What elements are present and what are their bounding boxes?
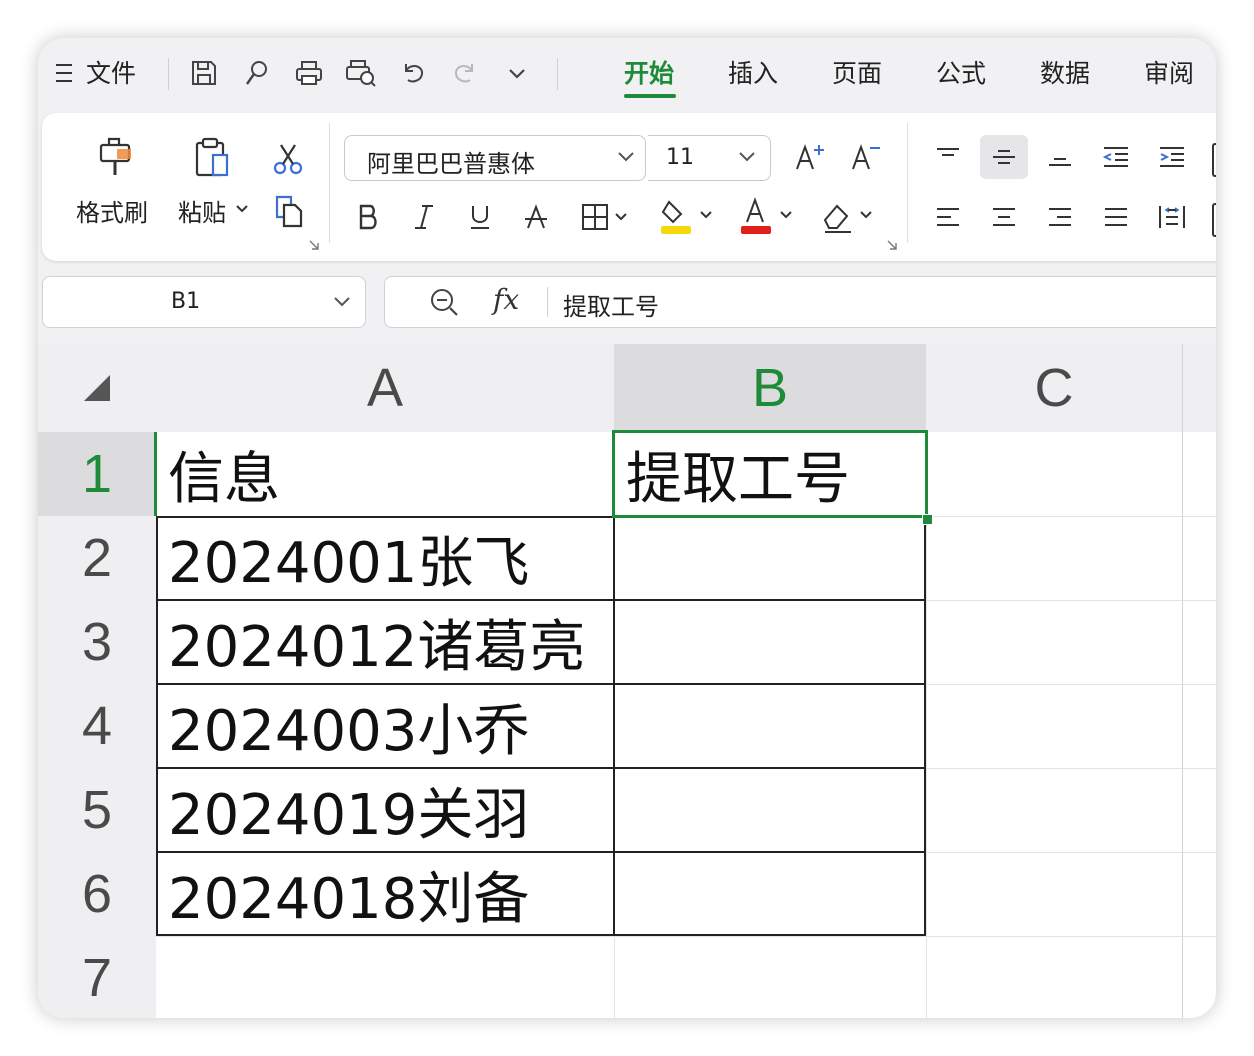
cell-a4[interactable]: 2024003小乔 <box>156 684 614 768</box>
name-box[interactable]: B1 <box>42 276 366 328</box>
fill-color-swatch <box>661 226 691 234</box>
divider <box>547 287 548 317</box>
column-header-c[interactable]: C <box>926 344 1182 432</box>
clipboard-dialog-launcher-icon[interactable] <box>308 239 320 251</box>
format-painter-label[interactable]: 格式刷 <box>76 193 148 228</box>
tab-data[interactable]: 数据 <box>1040 54 1090 90</box>
align-right-icon[interactable] <box>1038 197 1082 237</box>
row-header-1[interactable]: 1 <box>38 432 156 516</box>
cell-a2[interactable]: 2024001张飞 <box>156 516 614 600</box>
borders-icon[interactable] <box>576 197 636 237</box>
copy-icon[interactable] <box>266 189 310 233</box>
cell-a6[interactable]: 2024018刘备 <box>156 852 614 936</box>
cell-b3[interactable] <box>614 600 926 684</box>
cell-a1[interactable]: 信息 <box>156 432 614 516</box>
column-header-d[interactable] <box>1182 344 1216 432</box>
justify-icon[interactable] <box>1094 197 1138 237</box>
format-painter-icon[interactable] <box>90 133 140 183</box>
font-size-value: 11 <box>666 145 694 170</box>
distributed-align-icon[interactable] <box>1150 197 1194 237</box>
row-header-5[interactable]: 5 <box>38 768 156 852</box>
tab-review[interactable]: 审阅 <box>1144 54 1194 90</box>
title-bar: 文件 开始 插入 页面 公式 数据 审阅 <box>38 38 1216 110</box>
column-header-b[interactable]: B <box>614 344 926 432</box>
cell-b7[interactable] <box>614 936 926 1018</box>
active-cell-selection <box>612 430 928 518</box>
file-menu[interactable]: 文件 <box>86 54 136 90</box>
select-all-corner[interactable] <box>38 344 156 432</box>
increase-font-size-icon[interactable] <box>790 137 830 177</box>
font-dialog-launcher-icon[interactable] <box>886 239 898 251</box>
bold-icon[interactable] <box>348 197 388 237</box>
undo-icon[interactable] <box>393 53 433 93</box>
more-chevron-icon[interactable] <box>497 53 537 93</box>
cell-b2[interactable] <box>614 516 926 600</box>
font-name-select[interactable]: 阿里巴巴普惠体 <box>344 135 646 181</box>
increase-indent-icon[interactable] <box>1150 137 1194 177</box>
font-color-icon[interactable] <box>736 193 802 241</box>
fill-color-icon[interactable] <box>656 193 722 241</box>
print-icon[interactable] <box>289 53 329 93</box>
tab-page[interactable]: 页面 <box>832 54 882 90</box>
wrap-text-icon[interactable] <box>1212 143 1216 177</box>
row-header-7[interactable]: 7 <box>38 936 156 1018</box>
fill-handle[interactable] <box>922 514 933 525</box>
chevron-down-icon <box>617 150 635 164</box>
divider <box>907 123 908 243</box>
chevron-down-icon <box>333 295 351 309</box>
decrease-indent-icon[interactable] <box>1094 137 1138 177</box>
paste-dropdown-icon[interactable] <box>235 203 249 215</box>
fx-icon[interactable]: fx <box>493 283 519 316</box>
paste-icon[interactable] <box>188 133 238 183</box>
merge-cells-icon[interactable] <box>1212 203 1216 237</box>
align-center-icon[interactable] <box>982 197 1026 237</box>
ribbon: 格式刷 粘贴 阿里巴巴普惠体 11 <box>42 113 1216 261</box>
italic-icon[interactable] <box>404 197 444 237</box>
format-painter-small-icon[interactable] <box>237 53 277 93</box>
cell-b6[interactable] <box>614 852 926 936</box>
cell-a7[interactable] <box>156 936 614 1018</box>
formula-content[interactable]: 提取工号 <box>563 287 659 322</box>
select-all-icon <box>84 375 110 401</box>
cell-a3[interactable]: 2024012诸葛亮 <box>156 600 614 684</box>
tab-formulas[interactable]: 公式 <box>936 54 986 90</box>
row-header-3[interactable]: 3 <box>38 600 156 684</box>
align-middle-icon[interactable] <box>980 135 1028 179</box>
sheet-grid: A B C 1 2 3 4 5 6 7 信息 提取工号 2024001张飞 20… <box>38 344 1216 1018</box>
divider <box>557 58 558 90</box>
row-header-6[interactable]: 6 <box>38 852 156 936</box>
cell-b5[interactable] <box>614 768 926 852</box>
divider <box>329 123 330 243</box>
column-divider <box>1182 344 1183 1018</box>
clear-format-icon[interactable] <box>816 193 882 241</box>
zoom-search-icon[interactable] <box>429 287 461 317</box>
chevron-down-icon <box>738 150 756 164</box>
cell-b4[interactable] <box>614 684 926 768</box>
tab-insert[interactable]: 插入 <box>728 54 778 90</box>
decrease-font-size-icon[interactable] <box>846 137 886 177</box>
divider <box>168 58 169 90</box>
formula-bar[interactable]: fx 提取工号 <box>384 276 1216 328</box>
align-top-icon[interactable] <box>926 137 970 177</box>
font-name-value: 阿里巴巴普惠体 <box>367 150 535 178</box>
align-left-icon[interactable] <box>926 197 970 237</box>
row-header-2[interactable]: 2 <box>38 516 156 600</box>
font-size-select[interactable]: 11 <box>648 135 771 181</box>
app-window: 文件 开始 插入 页面 公式 数据 审阅 格式刷 粘贴 阿里巴巴普惠体 11 B… <box>38 38 1216 1018</box>
tab-home[interactable]: 开始 <box>624 54 674 90</box>
print-preview-icon[interactable] <box>341 53 381 93</box>
name-box-value: B1 <box>171 289 201 314</box>
active-tab-underline <box>624 94 676 98</box>
row-header-4[interactable]: 4 <box>38 684 156 768</box>
cut-icon[interactable] <box>266 137 310 181</box>
underline-icon[interactable] <box>460 197 500 237</box>
align-bottom-icon[interactable] <box>1038 137 1082 177</box>
redo-icon[interactable] <box>445 53 485 93</box>
column-header-a[interactable]: A <box>156 344 614 432</box>
save-icon[interactable] <box>184 53 224 93</box>
paste-label[interactable]: 粘贴 <box>178 193 226 228</box>
hamburger-menu-icon[interactable] <box>56 62 74 84</box>
strikethrough-icon[interactable] <box>516 197 556 237</box>
cell-a5[interactable]: 2024019关羽 <box>156 768 614 852</box>
